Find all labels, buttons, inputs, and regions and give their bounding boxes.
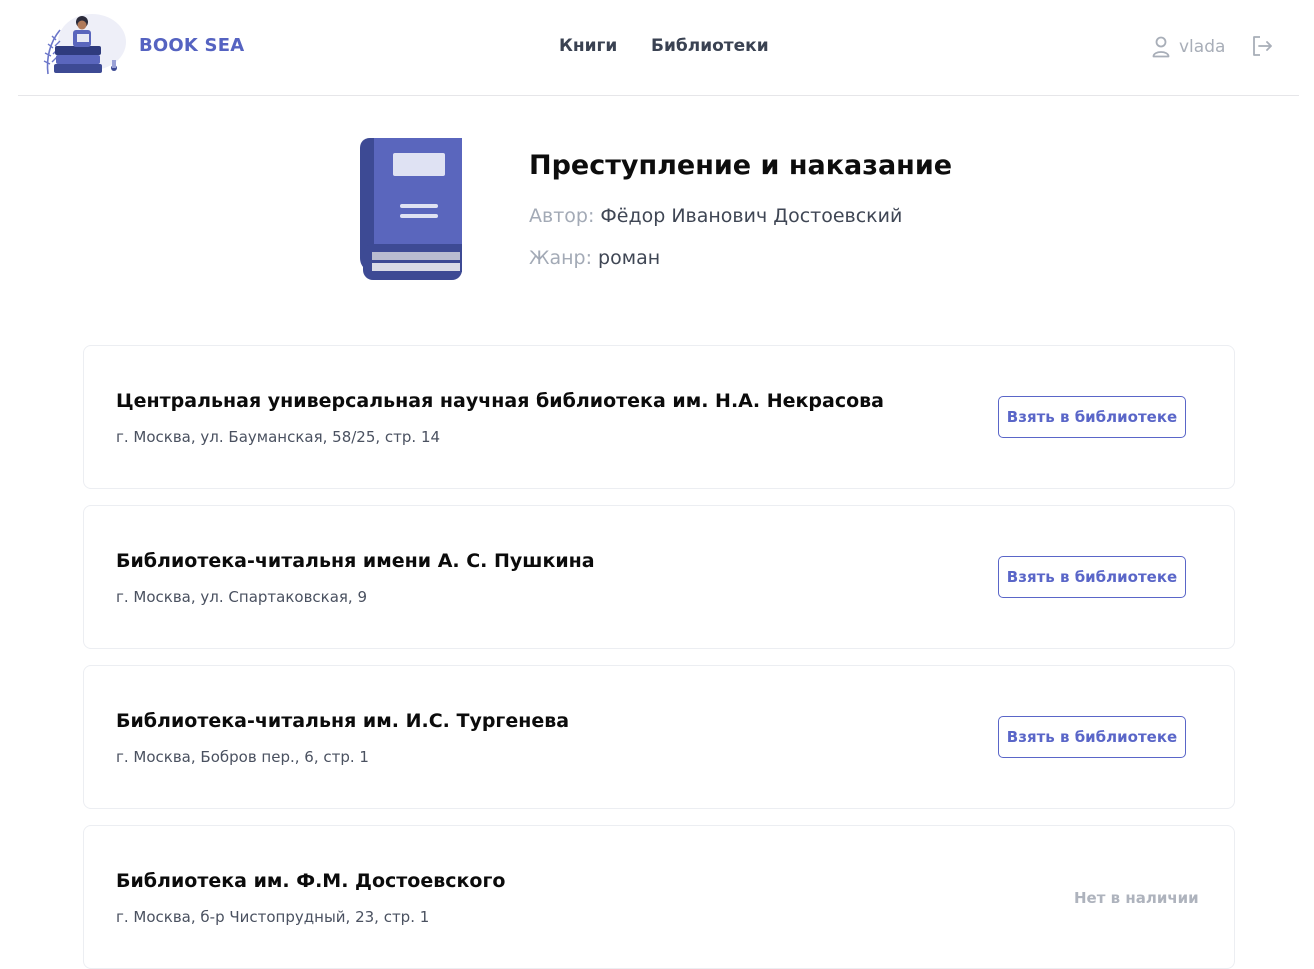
brand-name[interactable]: BOOK SEA <box>139 35 244 56</box>
username: vlada <box>1179 37 1226 57</box>
unavailable-status: Нет в наличии <box>1074 889 1199 907</box>
library-address: г. Москва, Бобров пер., 6, стр. 1 <box>116 748 369 766</box>
take-in-library-button[interactable]: Взять в библиотеке <box>998 396 1186 438</box>
library-address: г. Москва, б-р Чистопрудный, 23, стр. 1 <box>116 908 430 926</box>
library-address: г. Москва, ул. Спартаковская, 9 <box>116 588 368 606</box>
author-value: Фёдор Иванович Достоевский <box>600 205 903 227</box>
library-name: Библиотека-читальня им. И.С. Тургенева <box>116 710 570 732</box>
book-cover-image <box>360 138 462 280</box>
nav-link-books[interactable]: Книги <box>559 36 617 56</box>
book-genre-line: Жанр: роман <box>529 247 660 269</box>
logout-icon[interactable] <box>1251 35 1273 57</box>
genre-label: Жанр: <box>529 247 592 269</box>
library-name: Центральная универсальная научная библио… <box>116 390 884 412</box>
library-name: Библиотека им. Ф.М. Достоевского <box>116 870 506 892</box>
book-title: Преступление и наказание <box>529 150 953 181</box>
library-address: г. Москва, ул. Бауманская, 58/25, стр. 1… <box>116 428 441 446</box>
nav-link-libraries[interactable]: Библиотеки <box>651 36 769 56</box>
user-profile-link[interactable]: vlada <box>1152 34 1225 60</box>
book-author-line: Автор: Фёдор Иванович Достоевский <box>529 205 902 227</box>
author-label: Автор: <box>529 205 595 227</box>
take-in-library-button[interactable]: Взять в библиотеке <box>998 556 1186 598</box>
library-card: Центральная универсальная научная библио… <box>83 345 1235 489</box>
genre-value: роман <box>598 247 661 269</box>
user-icon <box>1152 36 1170 58</box>
library-card: Библиотека-читальня имени А. С. Пушкина … <box>83 505 1235 649</box>
top-header: BOOK SEA Книги Библиотеки vlada <box>18 0 1299 96</box>
take-in-library-button[interactable]: Взять в библиотеке <box>998 716 1186 758</box>
library-card: Библиотека им. Ф.М. Достоевского г. Моск… <box>83 825 1235 969</box>
library-name: Библиотека-читальня имени А. С. Пушкина <box>116 550 595 572</box>
logo-illustration[interactable] <box>40 12 130 80</box>
library-card: Библиотека-читальня им. И.С. Тургенева г… <box>83 665 1235 809</box>
